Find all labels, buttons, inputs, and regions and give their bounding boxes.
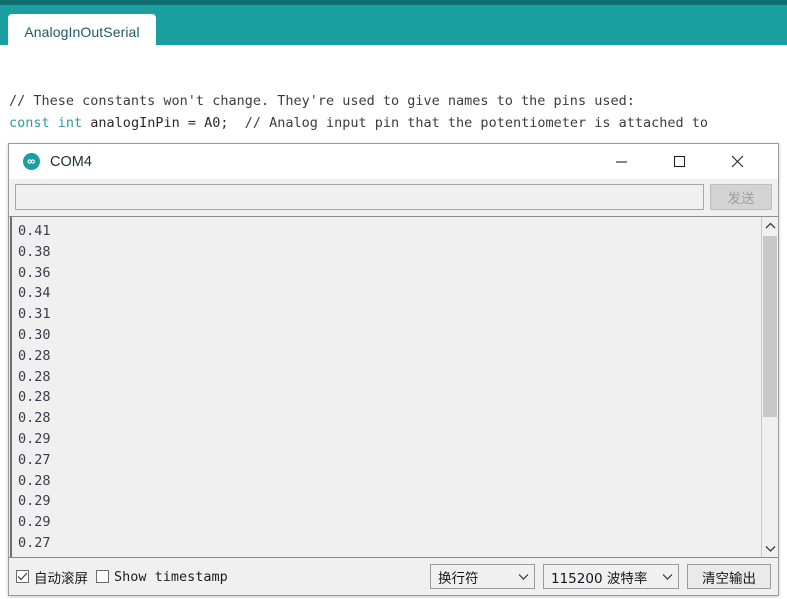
serial-output-line: 0.27 — [18, 534, 51, 551]
serial-send-row: 发送 — [9, 179, 778, 216]
maximize-button[interactable] — [656, 144, 702, 179]
line-ending-value: 换行符 — [438, 570, 479, 587]
code-token: analogInPin = A0; — [82, 115, 245, 131]
baud-rate-select[interactable]: 115200 波特率 — [543, 564, 679, 589]
arduino-infinity-icon — [23, 153, 40, 170]
code-token: // Analog input pin that the potentiomet… — [244, 115, 709, 131]
show-timestamp-checkbox[interactable] — [96, 570, 109, 583]
serial-output-area: 0.41 0.38 0.36 0.34 0.31 0.30 0.28 0.28 0.28 0.28… — [9, 216, 778, 558]
serial-output-line: 0.38 — [18, 243, 51, 260]
autoscroll-label: 自动滚屏 — [34, 570, 88, 587]
serial-output-scrollbar[interactable] — [761, 217, 778, 557]
serial-output-line: 0.34 — [18, 285, 51, 302]
chevron-down-icon — [516, 573, 530, 580]
minimize-button[interactable] — [598, 144, 644, 179]
chevron-up-icon — [765, 222, 775, 229]
code-editor[interactable]: // These constants won't change. They're… — [0, 45, 787, 145]
code-token: int — [57, 115, 83, 131]
code-token: // These constants won't change. They're… — [9, 93, 635, 109]
serial-output-line: 0.31 — [18, 306, 51, 323]
serial-output-line: 0.28 — [18, 347, 51, 364]
serial-output-line: 0.28 — [18, 389, 51, 406]
scroll-down-button[interactable] — [762, 540, 778, 557]
show-timestamp-checkbox-group[interactable]: Show timestamp — [96, 569, 228, 585]
checkmark-icon — [17, 572, 28, 581]
maximize-icon — [673, 155, 685, 168]
serial-monitor-window: COM4 发送 0.41 0.38 0.36 0.34 0.31 0.30 0.28 0.28… — [8, 143, 779, 596]
line-ending-select[interactable]: 换行符 — [430, 564, 535, 589]
serial-output-line: 0.29 — [18, 514, 51, 531]
serial-output-line: 0.41 — [18, 223, 51, 239]
minimize-icon — [615, 161, 627, 163]
scrollbar-thumb[interactable] — [763, 236, 777, 417]
autoscroll-checkbox-group[interactable]: 自动滚屏 — [16, 567, 88, 587]
serial-output-line: 0.28 — [18, 472, 51, 489]
show-timestamp-label: Show timestamp — [114, 568, 228, 585]
scroll-up-button[interactable] — [762, 217, 778, 234]
serial-output-line: 0.36 — [18, 264, 51, 281]
clear-output-button[interactable]: 清空输出 — [687, 564, 771, 589]
serial-output-text[interactable]: 0.41 0.38 0.36 0.34 0.31 0.30 0.28 0.28 0.28 0.28… — [12, 217, 761, 557]
serial-output-line: 0.29 — [18, 493, 51, 510]
serial-send-input[interactable] — [15, 183, 704, 210]
serial-output-line: 0.27 — [18, 451, 51, 468]
serial-output-line: 0.29 — [18, 430, 51, 447]
serial-output-line: 0.28 — [18, 410, 51, 427]
baud-rate-value: 115200 波特率 — [551, 570, 648, 587]
code-line: const int analogInPin = A0; // Analog in… — [9, 112, 787, 134]
send-button[interactable]: 发送 — [710, 183, 772, 210]
serial-monitor-titlebar[interactable]: COM4 — [9, 144, 778, 179]
code-token: const — [9, 115, 50, 131]
autoscroll-checkbox[interactable] — [16, 570, 29, 583]
serial-monitor-footer: 自动滚屏 Show timestamp 换行符 115200 波特率 清空输出 — [9, 558, 778, 595]
serial-output-line: 0.28 — [18, 368, 51, 385]
code-line: // These constants won't change. They're… — [9, 90, 787, 112]
close-icon — [731, 155, 743, 168]
serial-monitor-title: COM4 — [50, 153, 92, 170]
serial-output-line: 0.30 — [18, 326, 51, 343]
close-button[interactable] — [714, 144, 760, 179]
chevron-down-icon — [765, 546, 775, 552]
chevron-down-icon — [660, 573, 674, 580]
ide-tab-bar: AnalogInOutSerial — [0, 5, 787, 50]
sketch-tab-label: AnalogInOutSerial — [24, 24, 140, 40]
